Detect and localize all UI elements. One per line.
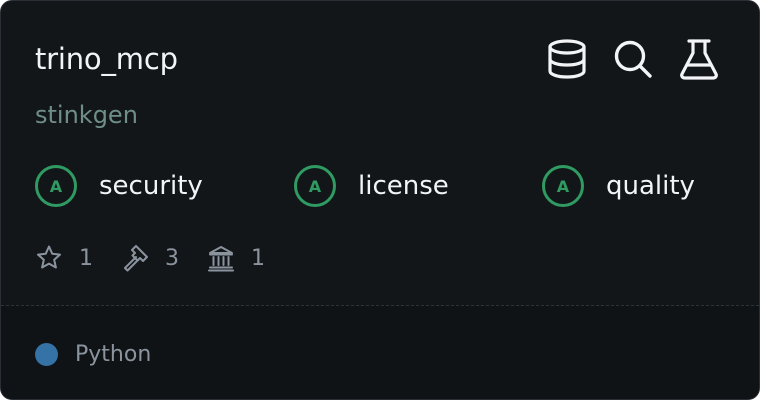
language-indicator: Python — [35, 342, 151, 367]
grade-badge: A — [35, 165, 77, 207]
search-icon[interactable] — [611, 37, 655, 81]
hammer-icon — [121, 244, 149, 272]
repo-card[interactable]: trino_mcp stinkgen A security A license … — [0, 0, 760, 400]
grade-label: security — [99, 171, 203, 201]
grade-badge: A — [294, 165, 336, 207]
stat-institutions: 1 — [207, 244, 265, 272]
header-icons — [545, 37, 721, 81]
grade-quality[interactable]: A quality — [542, 165, 695, 207]
tools-count: 3 — [165, 245, 179, 271]
stats-row: 1 3 1 — [35, 244, 293, 272]
grade-label: license — [358, 171, 449, 201]
bank-icon — [207, 244, 235, 272]
language-name: Python — [75, 342, 152, 367]
star-icon — [35, 244, 63, 272]
repo-owner[interactable]: stinkgen — [35, 98, 138, 132]
language-color-dot — [35, 343, 58, 366]
grade-security[interactable]: A security — [35, 165, 203, 207]
grade-badge: A — [542, 165, 584, 207]
flask-icon — [677, 37, 721, 81]
grade-license[interactable]: A license — [294, 165, 449, 207]
stat-tools: 3 — [121, 244, 179, 272]
database-icon — [545, 37, 589, 81]
grades-row: A security A license A quality — [35, 165, 725, 213]
stars-count: 1 — [79, 245, 93, 271]
institutions-count: 1 — [251, 245, 265, 271]
repo-title[interactable]: trino_mcp — [35, 39, 178, 79]
card-footer: Python — [1, 306, 759, 399]
grade-label: quality — [606, 171, 695, 201]
stat-stars: 1 — [35, 244, 93, 272]
